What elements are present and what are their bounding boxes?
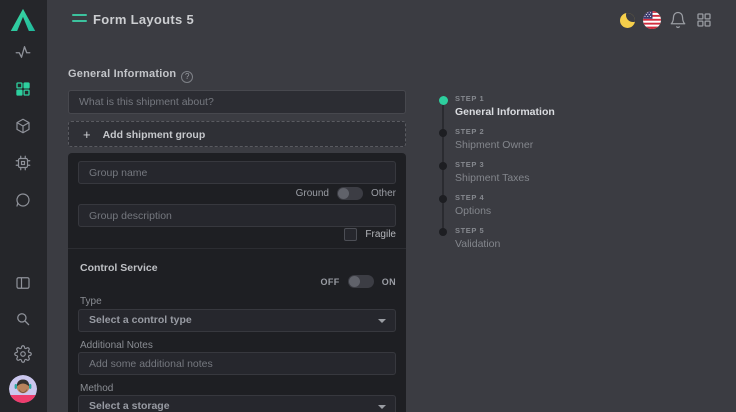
plus-icon: +	[83, 127, 91, 142]
group-description-input[interactable]	[78, 204, 396, 227]
notifications-bell-icon[interactable]	[669, 11, 687, 29]
toggle-knob	[338, 188, 349, 199]
control-type-select[interactable]: Select a control type	[78, 309, 396, 332]
ground-label: Ground	[296, 188, 329, 199]
off-label: OFF	[320, 277, 339, 287]
additional-notes-label: Additional Notes	[80, 340, 153, 351]
step-4-dot	[439, 195, 447, 203]
help-icon[interactable]: ?	[181, 71, 193, 83]
sidebar-item-cube[interactable]	[14, 117, 32, 135]
toggle-knob	[349, 276, 360, 287]
app-logo-icon[interactable]	[10, 8, 36, 32]
other-label: Other	[371, 188, 396, 199]
sidebar-item-cpu[interactable]	[14, 154, 32, 172]
method-label: Method	[80, 383, 113, 394]
add-shipment-group-button[interactable]: +Add shipment group	[68, 121, 406, 147]
card-divider	[68, 248, 406, 249]
page-title: Form Layouts 5	[93, 12, 194, 27]
shipment-group-card: Ground Other Fragile Control Service OFF…	[68, 153, 406, 412]
stepper-step-5[interactable]: STEP 5 Validation	[455, 226, 605, 250]
additional-notes-input[interactable]	[78, 352, 396, 375]
on-label: ON	[382, 277, 396, 287]
fragile-checkbox[interactable]	[344, 228, 357, 241]
off-on-toggle[interactable]	[348, 275, 374, 288]
storage-method-select[interactable]: Select a storage	[78, 395, 396, 412]
stepper-step-4[interactable]: STEP 4 Options	[455, 193, 605, 217]
stepper-step-3[interactable]: STEP 3 Shipment Taxes	[455, 160, 605, 184]
user-avatar[interactable]	[9, 375, 37, 403]
ground-other-toggle-row: Ground Other	[296, 187, 396, 200]
sidebar-toggle-layout-icon[interactable]	[14, 274, 32, 292]
fragile-row: Fragile	[344, 228, 396, 241]
apps-grid-icon[interactable]	[695, 11, 713, 29]
app-window: Form Layouts 5	[0, 0, 736, 412]
chevron-down-icon	[378, 319, 386, 323]
sidebar	[0, 0, 47, 412]
top-header: Form Layouts 5	[47, 0, 736, 40]
ground-other-toggle[interactable]	[337, 187, 363, 200]
menu-hamburger-icon[interactable]	[72, 14, 87, 26]
type-label: Type	[80, 296, 102, 307]
step-2-dot	[439, 129, 447, 137]
sidebar-search-icon[interactable]	[14, 310, 32, 328]
off-on-toggle-row: OFF ON	[320, 275, 396, 288]
fragile-label: Fragile	[365, 229, 396, 240]
stepper-step-2[interactable]: STEP 2 Shipment Owner	[455, 127, 605, 151]
group-name-input[interactable]	[78, 161, 396, 184]
step-5-dot	[439, 228, 447, 236]
control-service-heading: Control Service	[80, 262, 158, 274]
sidebar-item-activity[interactable]	[14, 43, 32, 61]
dark-mode-moon-icon[interactable]	[620, 13, 635, 28]
language-flag-us-icon[interactable]	[643, 11, 661, 29]
section-heading-general-information: General Information?	[68, 68, 193, 83]
shipment-about-input[interactable]	[68, 90, 406, 114]
step-1-dot	[439, 96, 448, 105]
sidebar-item-messages[interactable]	[14, 191, 32, 209]
stepper-step-1[interactable]: STEP 1 General Information	[455, 94, 605, 118]
step-3-dot	[439, 162, 447, 170]
sidebar-settings-gear-icon[interactable]	[14, 345, 32, 363]
chevron-down-icon	[378, 405, 386, 409]
sidebar-item-layouts-grid[interactable]	[14, 80, 32, 98]
